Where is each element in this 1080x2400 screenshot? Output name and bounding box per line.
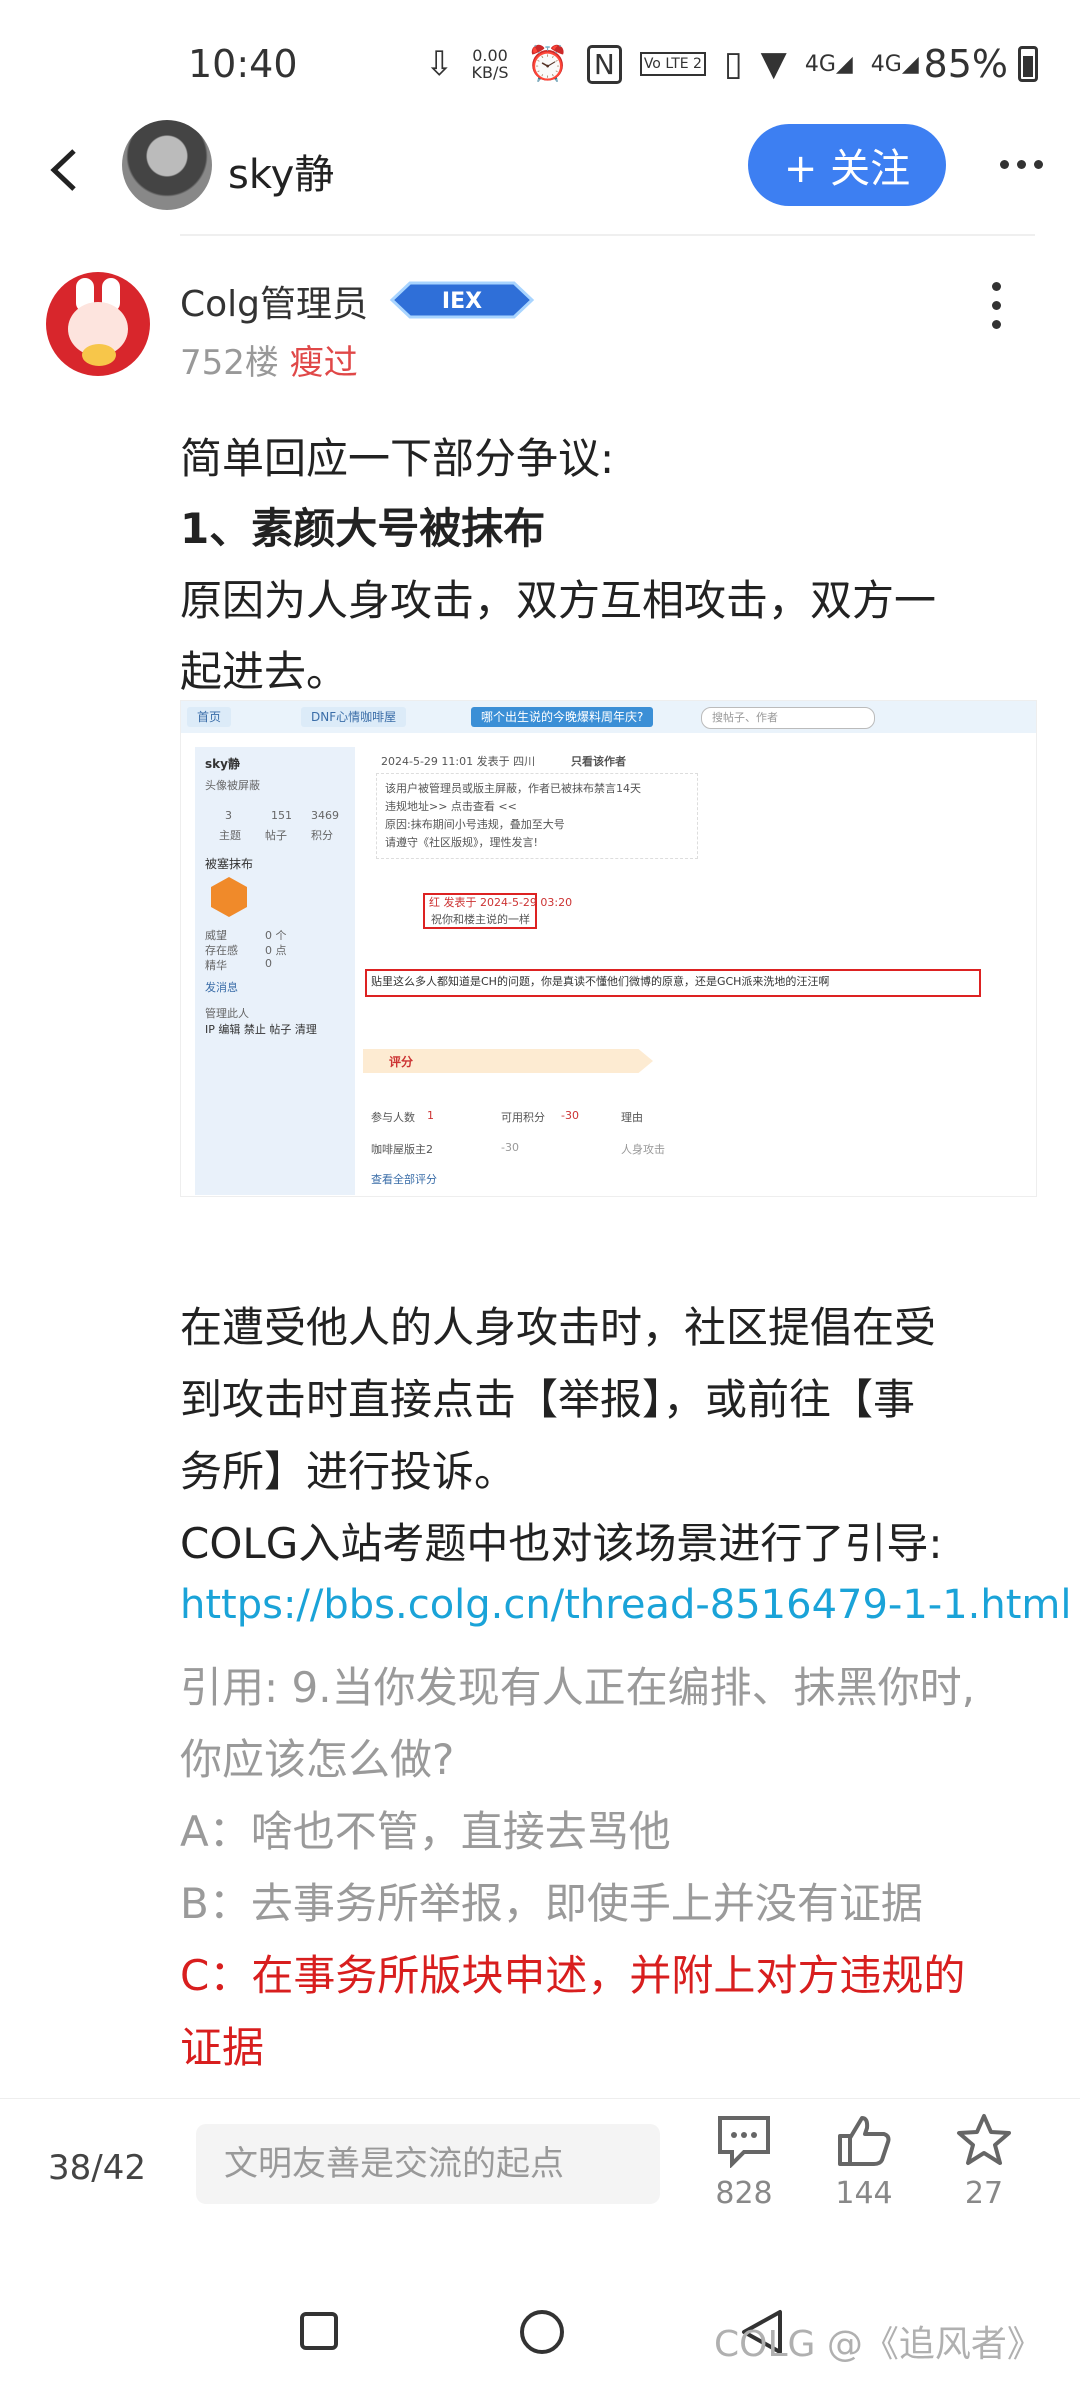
quote-line: B：去事务所举报，即使手上并没有证据 [180, 1879, 923, 1928]
status-icons: ⇩ 0.00 KB/S ⏰ N Vo LTE 2 ▯ ▼ 4G◢ 4G◢ [425, 44, 919, 84]
post-heading: 1、素颜大号被抹布 [180, 504, 546, 553]
poster-avatar[interactable] [46, 272, 150, 376]
status-bar: 10:40 ⇩ 0.00 KB/S ⏰ N Vo LTE 2 ▯ ▼ 4G◢ 4… [0, 0, 1080, 135]
floor-info: 752楼 瘦过 [180, 343, 358, 383]
wifi-icon: ▼ [760, 44, 787, 84]
volte-icon: Vo LTE 2 [639, 52, 706, 76]
author-avatar[interactable] [122, 120, 212, 210]
embedded-sidebar: sky静 头像被屏蔽 3 151 3469 主题 帖子 积分 被塞抹布 威望 0… [195, 747, 355, 1195]
star-icon [957, 2114, 1011, 2165]
thread-link[interactable]: https://bbs.colg.cn/thread-8516479-1-1.h… [180, 1582, 1072, 1628]
favorite-count: 27 [964, 2176, 1004, 2211]
like-button[interactable]: 144 [814, 2112, 914, 2211]
alarm-icon: ⏰ [526, 44, 569, 84]
recents-nav-button[interactable] [300, 2312, 338, 2350]
embedded-screenshot[interactable]: 首页 DNF心情咖啡屋 哪个出生说的今晚爆料周年庆? 搜帖子、作者 sky静 头… [180, 700, 1037, 1197]
quote-line: 引用: 9.当你发现有人正在编排、抹黑你时, [180, 1663, 975, 1712]
battery-icon [1018, 46, 1038, 82]
more-options-button[interactable] [1000, 160, 1043, 169]
back-button[interactable] [30, 135, 100, 205]
thumbs-up-icon [838, 2116, 891, 2166]
watermark: COLG @《追风者》 [714, 2324, 1043, 2365]
status-time: 10:40 [188, 42, 298, 86]
quote-line: 你应该怎么做? [180, 1735, 455, 1784]
vibrate-icon: ▯ [723, 44, 743, 84]
signal-icon-1: 4G◢ [804, 51, 853, 77]
download-icon: ⇩ [425, 44, 454, 84]
follow-button[interactable]: + 关注 [748, 124, 946, 206]
rating-header: 评分 [363, 1049, 653, 1073]
back-arrow-icon [50, 149, 76, 191]
rank-badge: IEX [389, 281, 535, 319]
medal-icon [211, 877, 247, 917]
home-nav-button[interactable] [520, 2310, 564, 2354]
favorite-button[interactable]: 27 [934, 2112, 1034, 2211]
comment-input[interactable]: 文明友善是交流的起点 [196, 2124, 660, 2204]
post-text-line: 起进去。 [180, 647, 349, 696]
quote-line: A：啥也不管，直接去骂他 [180, 1807, 671, 1856]
page-indicator[interactable]: 38/42 [48, 2148, 146, 2188]
answer-line: 证据 [180, 2023, 265, 2072]
post-text-line: COLG入站考题中也对该场景进行了引导: [180, 1519, 943, 1568]
floor-tag: 瘦过 [289, 343, 358, 383]
post-text-line: 务所】进行投诉。 [180, 1447, 517, 1496]
notice-box: 该用户被管理员或版主屏蔽，作者已被抹布禁言14天 违规地址>> 点击查看 << … [376, 773, 698, 859]
like-count: 144 [835, 2176, 893, 2211]
comment-count: 828 [715, 2176, 773, 2211]
thread-author-name[interactable]: sky静 [228, 142, 334, 200]
net-speed: 0.00 KB/S [471, 46, 509, 82]
nfc-icon: N [586, 44, 622, 84]
svg-text:IEX: IEX [442, 289, 482, 314]
divider [180, 234, 1035, 236]
comment-icon [718, 2116, 770, 2169]
embedded-breadcrumb: 首页 DNF心情咖啡屋 哪个出生说的今晚爆料周年庆? 搜帖子、作者 [181, 701, 1036, 733]
poster-name[interactable]: Colg管理员 [180, 275, 368, 327]
post-text-line: 简单回应一下部分争议: [180, 434, 615, 483]
post-more-button[interactable] [992, 282, 1001, 329]
post-text-line: 在遭受他人的人身攻击时，社区提倡在受 [180, 1303, 937, 1352]
signal-icon-2: 4G◢ [870, 51, 919, 77]
post-text-line: 原因为人身攻击，双方互相攻击，双方一 [180, 576, 937, 625]
battery-indicator: 85% [924, 42, 1038, 86]
answer-line: C：在事务所版块申述，并附上对方违规的 [180, 1951, 966, 2000]
comment-button[interactable]: 828 [694, 2112, 794, 2211]
post-text-line: 到攻击时直接点击【举报】，或前往【事 [180, 1375, 916, 1424]
